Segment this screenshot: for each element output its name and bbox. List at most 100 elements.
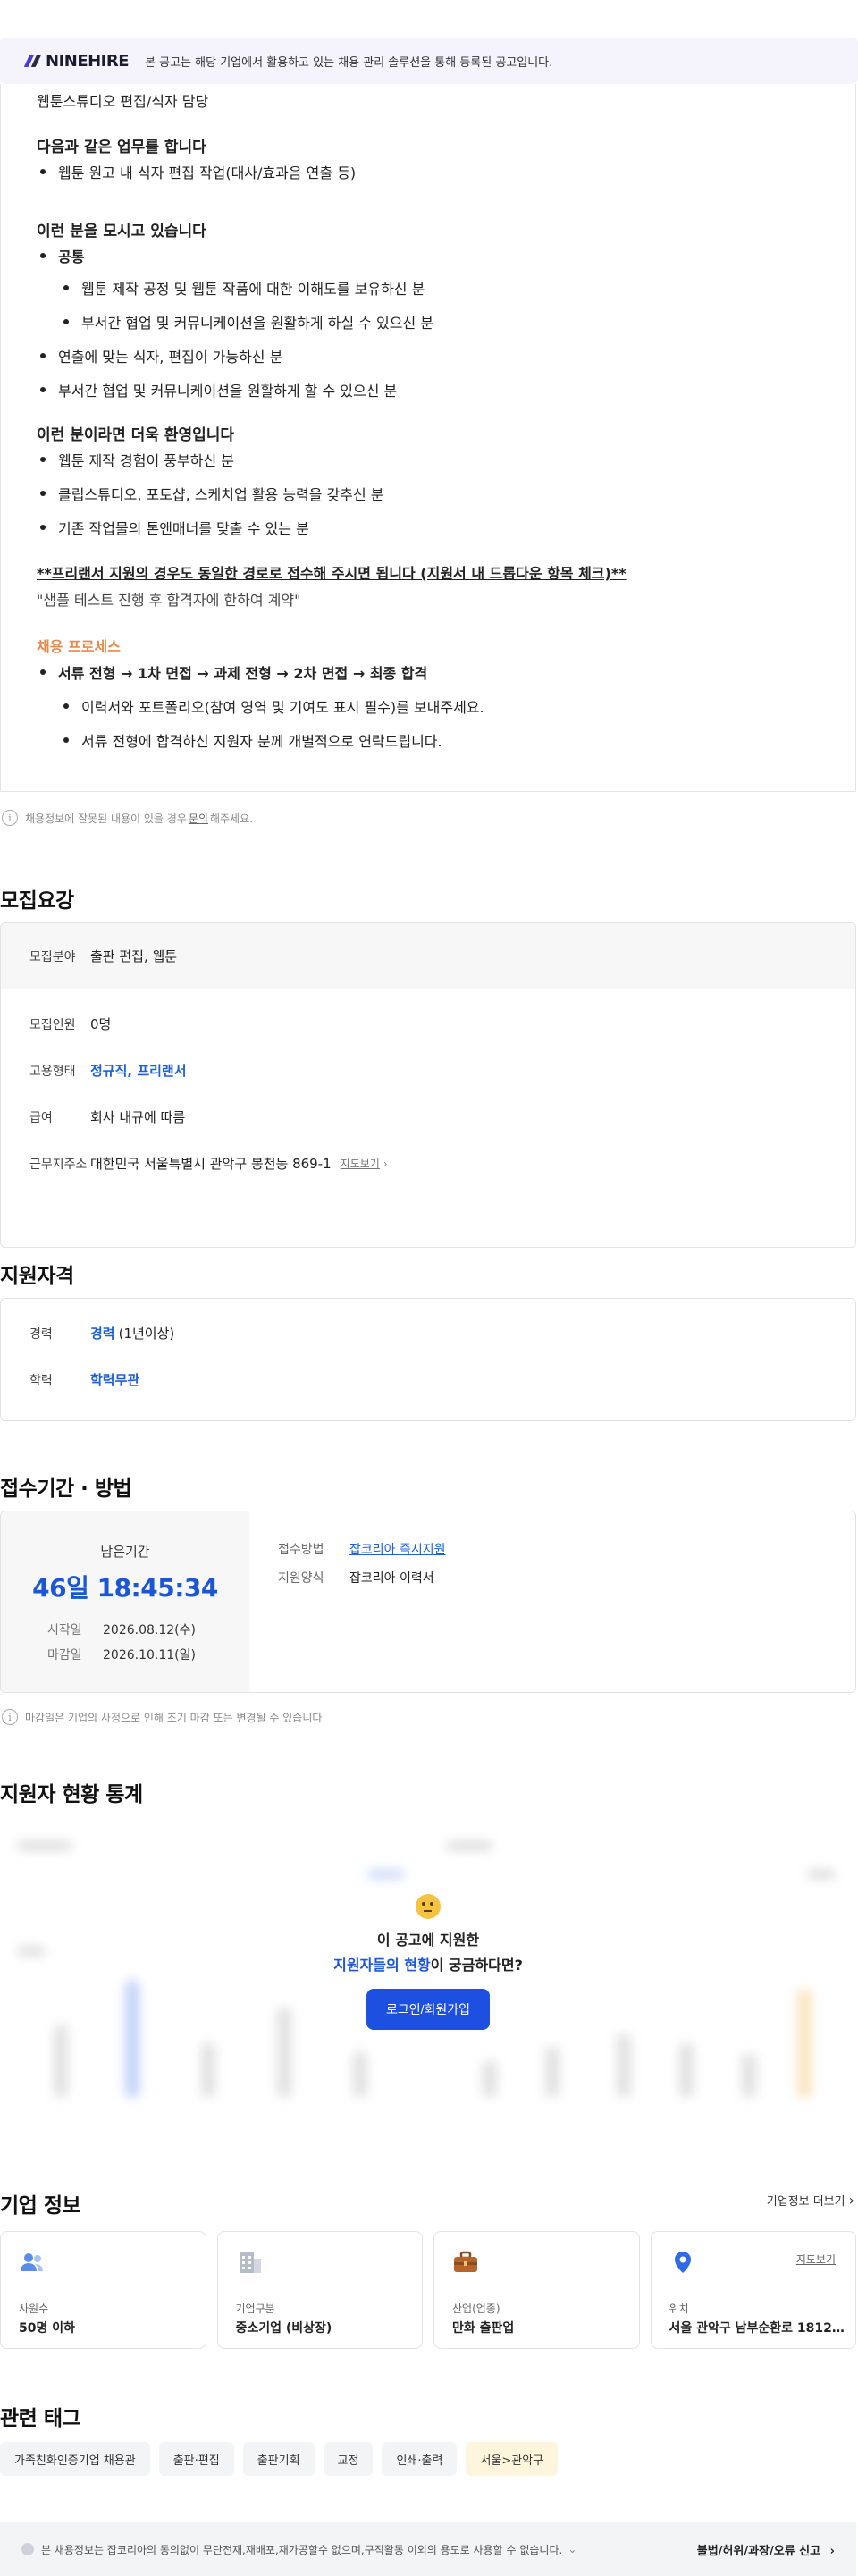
remaining-label: 남은기간 — [100, 1544, 150, 1560]
end-label: 마감일 — [47, 1648, 82, 1663]
duties-heading: 다음과 같은 업무를 합니다 — [37, 139, 206, 156]
employment-label: 고용형태 — [29, 1064, 76, 1079]
requirements-table: 모집분야 출판 편집, 웹툰 모집인원 0명 고용형태 정규직, 프리랜서 급여… — [0, 922, 856, 1248]
job-detail-box: 웹툰스튜디오 편집/식자 담당 다음과 같은 업무를 합니다 웹툰 원고 내 식… — [0, 84, 856, 792]
tag-item[interactable]: 출판·편집 — [158, 2442, 234, 2476]
stats-question-line2: 지원자들의 현황이 궁금하다면? — [333, 1953, 523, 1974]
salary-row: 급여 회사 내규에 따름 — [1, 1107, 185, 1126]
start-date-row: 시작일 2026.08.12(수) — [47, 1621, 196, 1638]
field-label: 모집분야 — [29, 949, 76, 964]
info-icon: i — [2, 1709, 18, 1725]
career-detail: (1년이상) — [118, 1326, 175, 1342]
common-item: 웹툰 제작 공정 및 웹툰 작품에 대한 이해도를 보유하신 분 — [63, 277, 425, 299]
company-type-value: 중소기업 (비상장) — [235, 2321, 332, 2336]
headcount-label: 모집인원 — [29, 1017, 76, 1032]
tag-item[interactable]: 인쇄·출력 — [382, 2442, 458, 2476]
requirements-title: 모집요강 — [0, 889, 74, 913]
chevron-down-icon[interactable]: ⌄ — [568, 2543, 576, 2555]
career-label: 경력 — [29, 1326, 53, 1342]
login-signup-button[interactable]: 로그인/회원가입 — [366, 1989, 490, 2030]
chevron-right-icon: › — [383, 1157, 388, 1170]
process-item: 이력서와 포트폴리오(참여 영역 및 기여도 표시 필수)를 보내주세요. — [63, 695, 484, 717]
location-label: 위치 — [669, 2302, 689, 2315]
company-more-link[interactable]: 기업정보 더보기 › — [767, 2192, 854, 2209]
location-label: 근무지주소 — [29, 1157, 88, 1172]
tag-item-location[interactable]: 서울>관악구 — [466, 2442, 559, 2476]
report-inquiry-link[interactable]: 문의 — [189, 811, 208, 826]
career-value: 경력 — [90, 1326, 115, 1342]
chevron-right-icon: › — [829, 2544, 835, 2558]
banner-notice: 본 공고는 해당 기업에서 활용하고 있는 채용 관리 솔루션을 통해 등록된 … — [145, 55, 553, 70]
requirements-field-row: 모집분야 출판 편집, 웹툰 — [1, 923, 855, 989]
industry-label: 산업(업종) — [452, 2302, 500, 2315]
process-flow: 서류 전형 → 1차 면접 → 과제 전형 → 2차 면접 → 최종 합격 — [39, 661, 427, 683]
stats-question-line1: 이 공고에 지원한 — [376, 1932, 480, 1949]
ninehire-brand-text: NINEHIRE — [46, 51, 130, 71]
looking-item: 연출에 맞는 식자, 편집이 가능하신 분 — [39, 345, 282, 366]
process-item: 서류 전형에 합격하신 지원자 분께 개별적으로 연락드립니다. — [63, 729, 442, 751]
company-card-type: 기업구분 중소기업 (비상장) — [216, 2231, 423, 2349]
looking-heading: 이런 분을 모시고 있습니다 — [37, 223, 206, 240]
stats-title: 지원자 현황 통계 — [0, 1783, 143, 1806]
location-value: 서울 관악구 남부순환로 1812 (... — [669, 2321, 848, 2336]
form-value: 잡코리아 이력서 — [349, 1571, 434, 1586]
headcount-value: 0명 — [90, 1016, 112, 1032]
location-value: 대한민국 서울특별시 관악구 봉천동 869-1 — [90, 1156, 332, 1172]
employment-value: 정규직, 프리랜서 — [90, 1063, 187, 1079]
industry-value: 만화 출판업 — [452, 2321, 515, 2336]
report-note: i 채용정보에 잘못된 내용이 있을 경우 문의 해주세요. — [2, 810, 253, 826]
thinking-face-icon — [416, 1894, 441, 1919]
employees-label: 사원수 — [19, 2302, 49, 2315]
common-label: 공통 — [39, 245, 84, 266]
company-type-label: 기업구분 — [235, 2302, 275, 2315]
tag-item[interactable]: 출판기획 — [242, 2442, 315, 2476]
ninehire-logo: NINEHIRE — [23, 51, 130, 71]
tag-item[interactable]: 교정 — [323, 2442, 374, 2476]
freelancer-note: **프리랜서 지원의 경우도 동일한 경로로 접수해 주시면 됩니다 (지원서 … — [37, 565, 627, 582]
salary-label: 급여 — [29, 1110, 53, 1125]
company-card-employees: 사원수 50명 이하 — [0, 2231, 206, 2349]
deadline-note: i 마감일은 기업의 사정으로 인해 조기 마감 또는 변경될 수 있습니다 — [2, 1709, 322, 1725]
location-pin-icon — [674, 2252, 691, 2273]
start-value: 2026.08.12(수) — [103, 1623, 196, 1637]
form-label: 지원양식 — [278, 1571, 324, 1586]
end-value: 2026.10.11(일) — [103, 1648, 196, 1663]
location-map-link[interactable]: 지도보기 — [341, 1156, 380, 1171]
education-row: 학력 학력무관 — [1, 1370, 139, 1389]
form-row: 지원양식 잡코리아 이력서 — [278, 1569, 434, 1587]
jobkorea-apply-link[interactable]: 잡코리아 즉시지원 — [349, 1540, 446, 1558]
period-title: 접수기간 · 방법 — [0, 1477, 132, 1501]
location-row: 근무지주소 대한민국 서울특별시 관악구 봉천동 869-1 지도보기 › — [1, 1154, 388, 1173]
preferred-item: 클립스튜디오, 포토샵, 스케치업 활용 능력을 갖추신 분 — [40, 483, 384, 504]
stats-question-suffix: 이 궁금하다면? — [430, 1957, 523, 1974]
company-more-label: 기업정보 더보기 — [766, 2195, 845, 2209]
education-label: 학력 — [29, 1373, 53, 1388]
sample-note: "샘플 테스트 진행 후 합격자에 한하여 계약" — [37, 592, 301, 609]
tag-item[interactable]: 가족친화인증기업 채용관 — [0, 2442, 150, 2476]
job-title: 웹툰스튜디오 편집/식자 담당 — [37, 93, 209, 110]
field-value: 출판 편집, 웹툰 — [90, 948, 178, 964]
report-label: 불법/허위/과장/오류 신고 — [696, 2544, 821, 2558]
period-remaining-panel: 남은기간 46일 18:45:34 시작일 2026.08.12(수) 마감일 … — [1, 1511, 249, 1692]
company-map-link[interactable]: 지도보기 — [796, 2252, 836, 2267]
start-label: 시작일 — [47, 1623, 82, 1637]
company-cards: 사원수 50명 이하 기업구분 중소기업 (비상장) 산업(업종) 만화 출판업 — [0, 2231, 856, 2349]
duty-item: 웹툰 원고 내 식자 편집 작업(대사/효과음 연출 등) — [39, 161, 356, 182]
method-label: 접수방법 — [278, 1543, 324, 1557]
employment-row: 고용형태 정규직, 프리랜서 — [1, 1061, 187, 1080]
report-note-text: 채용정보에 잘못된 내용이 있을 경우 — [25, 812, 187, 825]
chevron-right-icon: › — [848, 2192, 854, 2209]
career-row: 경력 경력 (1년이상) — [1, 1324, 174, 1343]
preferred-heading: 이런 분이라면 더욱 환영입니다 — [37, 426, 235, 444]
method-row: 접수방법 잡코리아 즉시지원 — [278, 1540, 446, 1558]
company-title: 기업 정보 — [0, 2194, 81, 2218]
copyright-notice: 본 채용정보는 잡코리아의 동의없이 무단전재,재배포,재가공할수 없으며,구직… — [41, 2543, 563, 2556]
stats-login-prompt: 이 공고에 지원한 지원자들의 현황이 궁금하다면? 로그인/회원가입 — [0, 1814, 856, 2109]
remaining-countdown: 46일 18:45:34 — [32, 1573, 218, 1603]
report-note-suffix: 해주세요. — [209, 812, 253, 825]
report-button[interactable]: 불법/허위/과장/오류 신고 › — [697, 2541, 835, 2558]
common-item: 부서간 협업 및 커뮤니케이션을 원활하게 하실 수 있으신 분 — [63, 311, 433, 333]
ninehire-banner: NINEHIRE 본 공고는 해당 기업에서 활용하고 있는 채용 관리 솔루션… — [0, 38, 858, 84]
info-dot-icon — [21, 2543, 34, 2555]
ninehire-logo-icon — [23, 55, 42, 67]
